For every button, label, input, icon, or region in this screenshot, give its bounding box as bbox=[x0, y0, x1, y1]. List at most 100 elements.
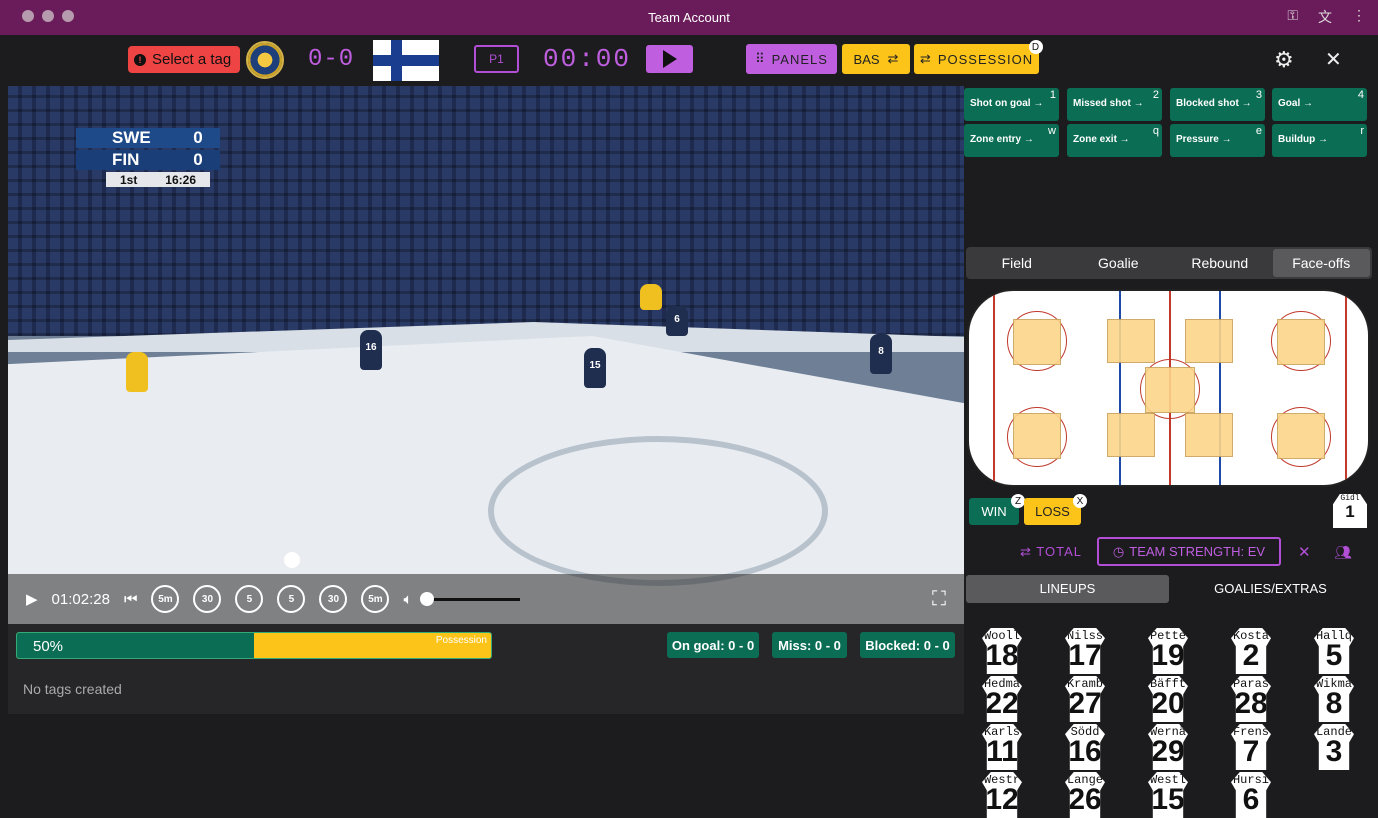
total-button[interactable]: ⇄ TOTAL bbox=[1020, 544, 1082, 560]
event-label: Goal → bbox=[1278, 98, 1314, 109]
player-number: 16 bbox=[1068, 735, 1102, 768]
event-button[interactable]: Missed shot → 2 bbox=[1067, 88, 1162, 121]
faceoff-zone[interactable] bbox=[1185, 319, 1233, 363]
select-tag-button[interactable]: ! Select a tag bbox=[128, 46, 240, 73]
clock-play-button[interactable] bbox=[646, 45, 693, 73]
faceoff-zone[interactable] bbox=[1185, 413, 1233, 457]
event-button[interactable]: Shot on goal → 1 bbox=[964, 88, 1059, 121]
tab-face-offs[interactable]: Face-offs bbox=[1272, 249, 1370, 277]
player-jersey[interactable]: Hedma 22 bbox=[982, 676, 1022, 722]
player-jersey[interactable]: Westl 15 bbox=[1148, 772, 1188, 818]
tab-goalie[interactable]: Goalie bbox=[1070, 249, 1168, 277]
close-icon[interactable]: ✕ bbox=[1325, 47, 1342, 72]
grid-icon: ⠿ bbox=[755, 51, 766, 66]
skip-back-icon[interactable]: ⏮ bbox=[124, 591, 138, 608]
users-icon[interactable]: 👥︎ bbox=[1334, 544, 1353, 561]
player: 6 bbox=[666, 306, 688, 336]
shortcut-key: 1 bbox=[1049, 89, 1056, 101]
goalie-number: 1 bbox=[1345, 502, 1355, 521]
shortcut-key: w bbox=[1048, 125, 1056, 137]
bas-button[interactable]: BAS ⇄ bbox=[842, 44, 910, 74]
rewind-5-icon[interactable]: 5 bbox=[235, 585, 264, 613]
video-player[interactable]: SWE 0 FIN 0 1st 16:26 16 15 6 8 bbox=[8, 86, 964, 624]
away-team: FIN bbox=[112, 150, 140, 169]
player bbox=[126, 352, 148, 392]
player-jersey[interactable]: Lange 26 bbox=[1065, 772, 1105, 818]
forward-5m-icon[interactable]: 5m bbox=[361, 585, 390, 613]
event-button[interactable]: Buildup → r bbox=[1272, 124, 1367, 157]
rewind-5m-icon[interactable]: 5m bbox=[151, 585, 180, 613]
event-button[interactable]: Blocked shot → 3 bbox=[1170, 88, 1265, 121]
more-icon[interactable]: ⋮ bbox=[1352, 7, 1366, 27]
translate-icon[interactable]: 文 bbox=[1318, 7, 1332, 27]
player-number: 28 bbox=[1234, 687, 1268, 720]
event-button[interactable]: Pressure → e bbox=[1170, 124, 1265, 157]
player: 15 bbox=[584, 348, 606, 388]
player-jersey[interactable]: Westr 12 bbox=[982, 772, 1022, 818]
alert-icon: ! bbox=[134, 53, 146, 66]
swap-icon: ⇄ bbox=[887, 51, 899, 66]
tab-field[interactable]: Field bbox=[968, 249, 1066, 277]
tab-goalies-extras[interactable]: GOALIES/EXTRAS bbox=[1169, 575, 1372, 603]
player-jersey[interactable]: Hallq 5 bbox=[1314, 628, 1354, 674]
volume-slider[interactable] bbox=[420, 591, 521, 606]
panels-label: PANELS bbox=[771, 51, 828, 67]
tab-rebound[interactable]: Rebound bbox=[1171, 249, 1269, 277]
goalie-jersey[interactable]: Gidl 1 bbox=[1333, 494, 1367, 528]
faceoff-zone[interactable] bbox=[1277, 413, 1325, 459]
forward-30-icon[interactable]: 30 bbox=[319, 585, 348, 613]
faceoff-zone[interactable] bbox=[1013, 319, 1061, 365]
event-label: Shot on goal → bbox=[970, 98, 1044, 109]
event-button[interactable]: Zone exit → q bbox=[1067, 124, 1162, 157]
forward-5-icon[interactable]: 5 bbox=[277, 585, 306, 613]
player-jersey[interactable]: Frens 7 bbox=[1231, 724, 1271, 770]
window-controls[interactable] bbox=[22, 10, 74, 22]
player-jersey[interactable]: Lande 3 bbox=[1314, 724, 1354, 770]
bas-label: BAS bbox=[853, 51, 880, 67]
play-icon[interactable]: ▶ bbox=[26, 590, 38, 608]
volume-icon[interactable]: 🔈︎ bbox=[403, 591, 412, 608]
player-jersey[interactable]: Södd 16 bbox=[1065, 724, 1105, 770]
clock-icon: ◷ bbox=[1112, 543, 1125, 559]
shortcut-key: 2 bbox=[1152, 89, 1159, 101]
period-button[interactable]: P1 bbox=[474, 45, 519, 73]
player-jersey[interactable]: Paras 28 bbox=[1231, 676, 1271, 722]
timeline-handle[interactable] bbox=[284, 552, 300, 568]
game-clock: 00:00 bbox=[543, 44, 632, 74]
player-number: 15 bbox=[1151, 783, 1185, 816]
event-button[interactable]: Goal → 4 bbox=[1272, 88, 1367, 121]
faceoff-rink[interactable] bbox=[967, 289, 1370, 487]
faceoff-zone[interactable] bbox=[1277, 319, 1325, 365]
player-jersey[interactable]: Kosta 2 bbox=[1231, 628, 1271, 674]
home-team: SWE bbox=[112, 128, 151, 147]
faceoff-zone[interactable] bbox=[1145, 367, 1195, 413]
player-jersey[interactable]: Bäfft 20 bbox=[1148, 676, 1188, 722]
faceoff-zone[interactable] bbox=[1013, 413, 1061, 459]
player-jersey[interactable]: Hursi 6 bbox=[1231, 772, 1271, 818]
clear-icon[interactable]: ✕ bbox=[1298, 543, 1312, 561]
player-number: 8 bbox=[1325, 687, 1343, 720]
player-jersey[interactable]: Kramb 27 bbox=[1065, 676, 1105, 722]
lineup-tabs: LINEUPS GOALIES/EXTRAS bbox=[966, 575, 1372, 603]
faceoff-zone[interactable] bbox=[1107, 319, 1155, 363]
key-icon[interactable]: ⚿ bbox=[1287, 7, 1298, 27]
player-jersey[interactable]: Wernä 29 bbox=[1148, 724, 1188, 770]
event-button[interactable]: Zone entry → w bbox=[964, 124, 1059, 157]
player-jersey[interactable]: Nilss 17 bbox=[1065, 628, 1105, 674]
player-jersey[interactable]: Wikma 8 bbox=[1314, 676, 1354, 722]
player-jersey[interactable]: Wooll 18 bbox=[982, 628, 1022, 674]
total-label: TOTAL bbox=[1036, 544, 1082, 559]
faceoff-zone[interactable] bbox=[1107, 413, 1155, 457]
team-strength-button[interactable]: ◷ TEAM STRENGTH: EV bbox=[1097, 537, 1281, 566]
player-jersey[interactable]: Karls 11 bbox=[982, 724, 1022, 770]
fullscreen-icon[interactable]: ⛶ bbox=[932, 588, 946, 611]
player: 16 bbox=[360, 330, 382, 370]
rewind-30-icon[interactable]: 30 bbox=[193, 585, 222, 613]
tab-lineups[interactable]: LINEUPS bbox=[966, 575, 1169, 603]
gear-icon[interactable]: ⚙ bbox=[1274, 47, 1294, 73]
shortcut-badge: Z bbox=[1011, 494, 1025, 508]
player-jersey[interactable]: Pette 19 bbox=[1148, 628, 1188, 674]
shortcut-key: 3 bbox=[1255, 89, 1262, 101]
panels-button[interactable]: ⠿ PANELS bbox=[746, 44, 837, 74]
possession-button[interactable]: ⇄ POSSESSION D bbox=[914, 40, 1043, 74]
